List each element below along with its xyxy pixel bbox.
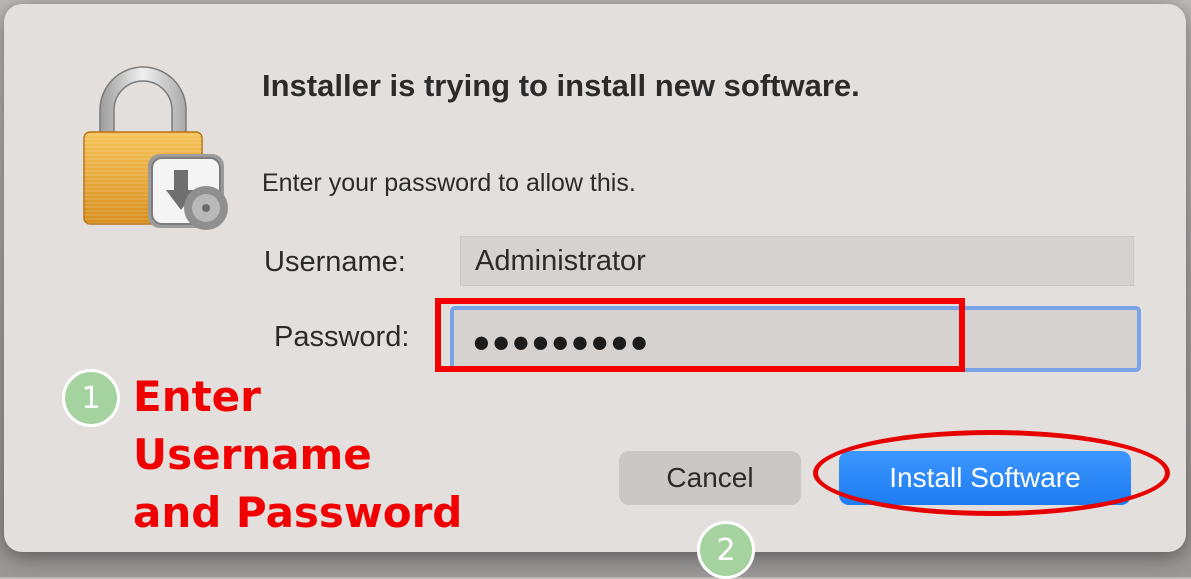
password-highlight-box bbox=[435, 298, 965, 372]
lock-icon bbox=[82, 62, 232, 232]
cancel-button[interactable]: Cancel bbox=[619, 451, 801, 505]
dialog-message: Enter your password to allow this. bbox=[262, 169, 636, 197]
dialog-title: Installer is trying to install new softw… bbox=[262, 68, 860, 103]
password-label: Password: bbox=[274, 321, 410, 353]
username-field[interactable]: Administrator bbox=[460, 236, 1134, 286]
install-button-highlight-ellipse bbox=[813, 430, 1170, 516]
username-value: Administrator bbox=[475, 245, 646, 277]
step1-instruction: Enter Username and Password bbox=[133, 372, 463, 537]
step1-badge: 1 bbox=[62, 369, 120, 427]
step2-badge: 2 bbox=[697, 521, 755, 579]
username-label: Username: bbox=[264, 246, 406, 278]
